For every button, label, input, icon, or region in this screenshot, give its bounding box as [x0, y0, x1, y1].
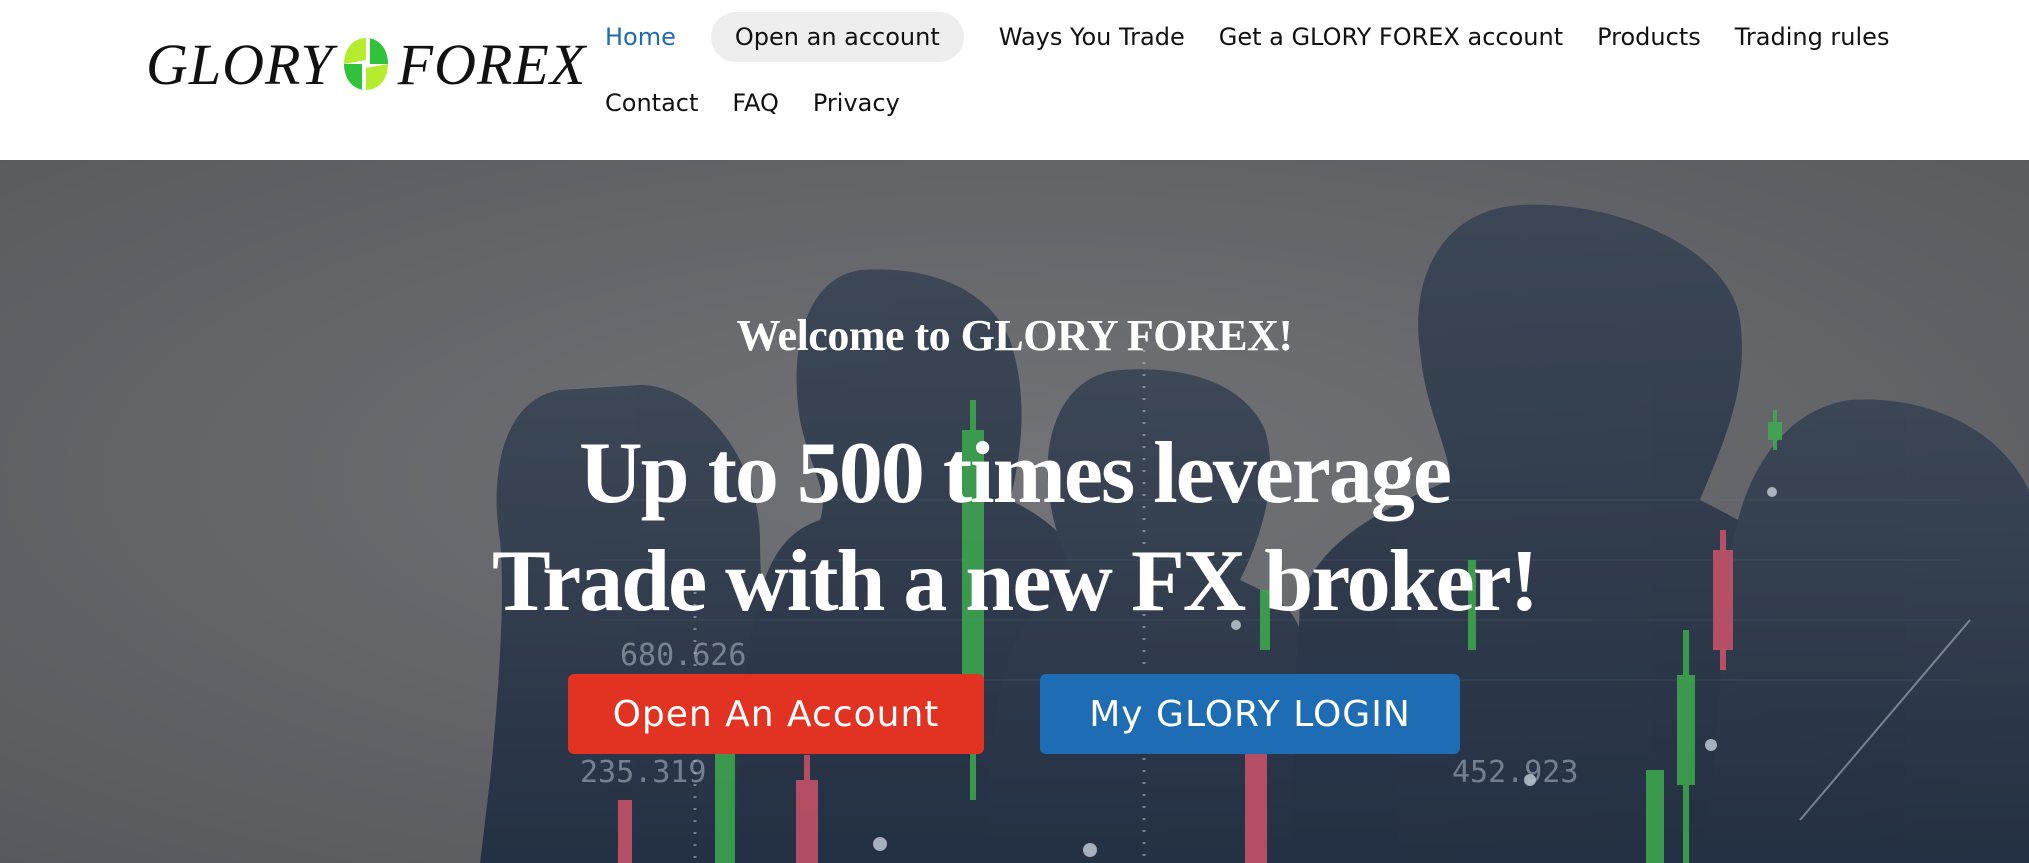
nav-products[interactable]: Products [1580, 12, 1718, 62]
nav-faq[interactable]: FAQ [715, 78, 796, 128]
glory-login-button[interactable]: My GLORY LOGIN [1040, 674, 1460, 754]
hero-headline-line-2: Trade with a new FX broker! [491, 533, 1539, 630]
hero-headline-line-1: Up to 500 times leverage [579, 425, 1452, 522]
main-nav-row-1: Home Open an account Ways You Trade Get … [588, 12, 1906, 62]
nav-open-an-account[interactable]: Open an account [710, 12, 964, 62]
nav-get-account[interactable]: Get a GLORY FOREX account [1202, 12, 1580, 62]
hero-section: 680.626 235.319 452.923 Welcome to GLORY… [0, 160, 2029, 863]
nav-home[interactable]: Home [588, 12, 693, 62]
open-account-button[interactable]: Open An Account [568, 674, 984, 754]
nav-contact[interactable]: Contact [588, 78, 715, 128]
nav-ways-you-trade[interactable]: Ways You Trade [982, 12, 1202, 62]
main-nav-row-2: Contact FAQ Privacy [588, 78, 917, 128]
clover-logo-icon [343, 38, 388, 90]
site-header: GLORY FOREX Home Open an account Ways Yo… [0, 0, 2029, 160]
logo-text-forex: FOREX [397, 31, 587, 97]
hero-welcome-text: Welcome to GLORY FOREX! [736, 311, 1293, 360]
nav-privacy[interactable]: Privacy [796, 78, 917, 128]
logo-text-glory: GLORY [146, 31, 334, 97]
site-logo[interactable]: GLORY FOREX [146, 28, 586, 100]
nav-trading-rules[interactable]: Trading rules [1718, 12, 1907, 62]
